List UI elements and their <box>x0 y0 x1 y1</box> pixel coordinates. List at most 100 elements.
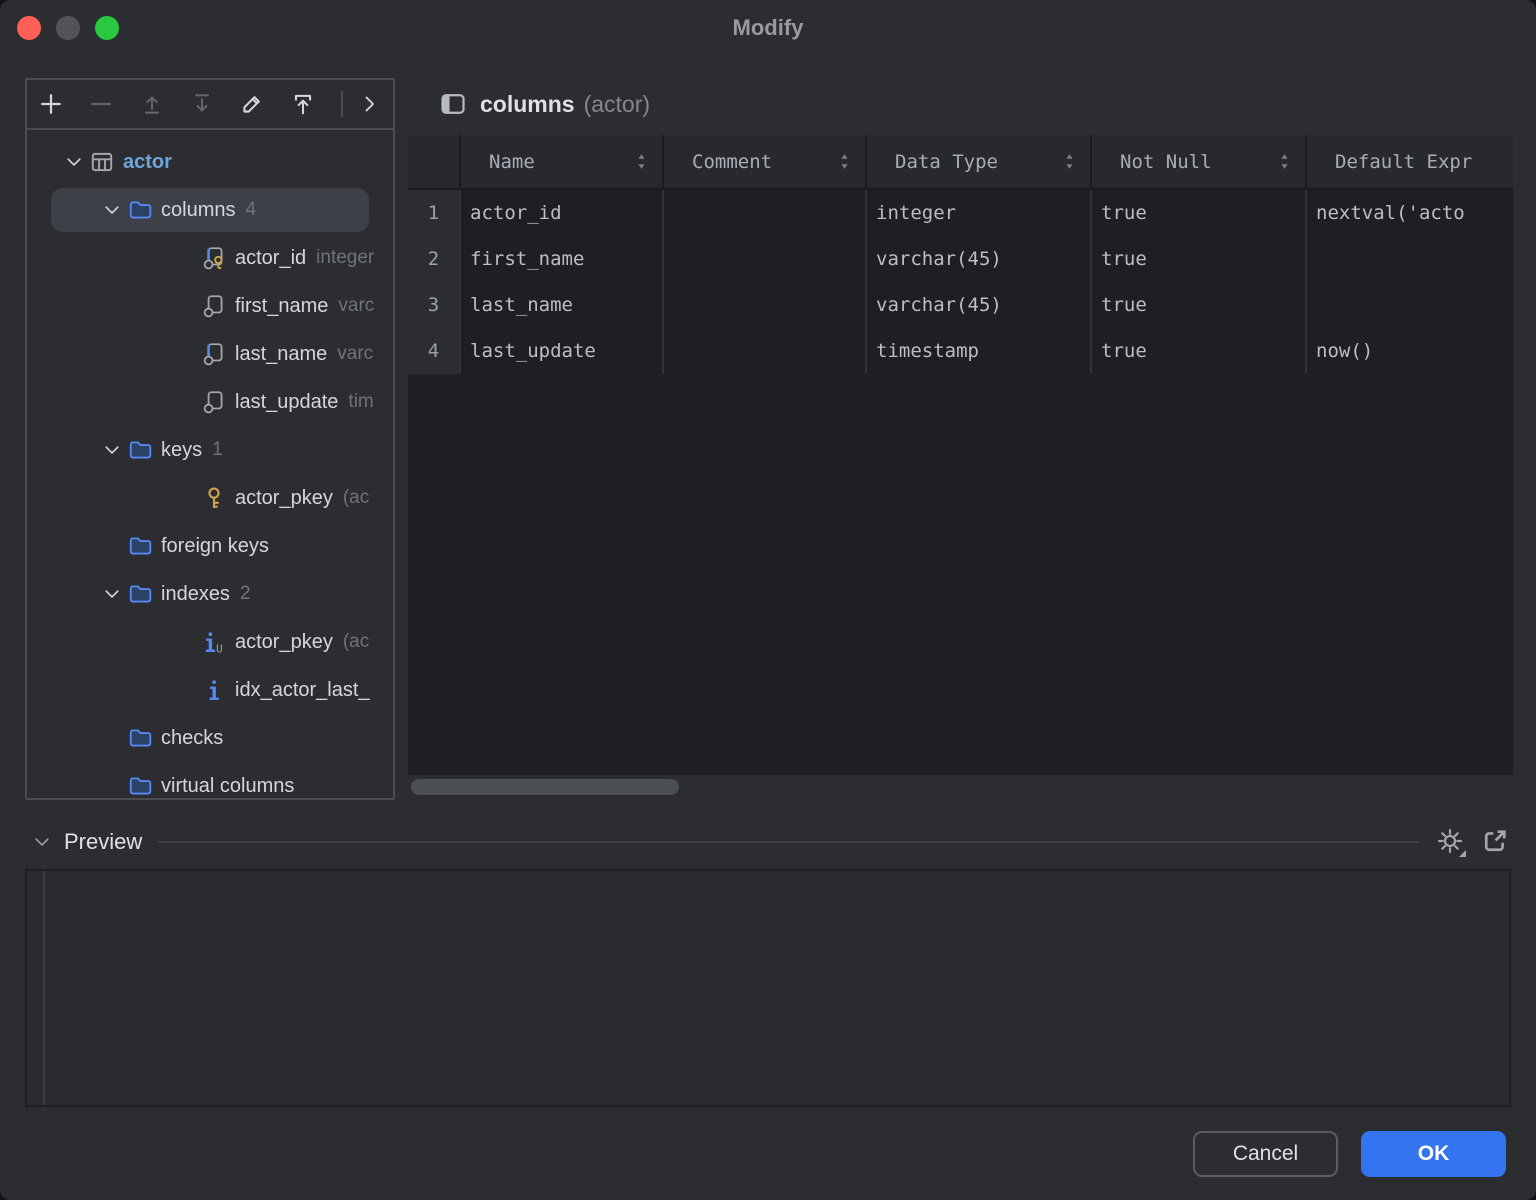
folder-icon <box>125 773 155 799</box>
tree-item-first-name[interactable]: first_namevarc <box>27 282 393 330</box>
move-down-icon <box>189 91 215 117</box>
tree-item-foreign-keys[interactable]: foreign keys <box>27 522 393 570</box>
editor-gutter-line <box>43 871 45 1105</box>
cell-default_expr[interactable]: nextval('acto <box>1305 190 1513 236</box>
tree-item-keys[interactable]: keys1 <box>27 426 393 474</box>
move-down-button[interactable] <box>188 89 216 119</box>
column-indexed-icon <box>199 341 229 367</box>
cell-data_type[interactable]: integer <box>865 190 1090 236</box>
column-header-label: Not Null <box>1120 151 1212 173</box>
tree-item-label: last_update <box>235 391 338 414</box>
sort-icon[interactable] <box>1063 151 1076 172</box>
tree-item-label: idx_actor_last_ <box>235 679 370 702</box>
tree-item-detail: integer <box>316 247 374 269</box>
object-tree-panel: actor columns 4 actor_id integer first_nameva… <box>25 78 395 800</box>
edit-button[interactable] <box>238 89 266 119</box>
column-header-label: Name <box>489 151 535 173</box>
open-in-editor-button[interactable] <box>288 89 316 119</box>
tree-item-label: actor_id <box>235 247 306 270</box>
tree-item-label: virtual columns <box>161 775 294 798</box>
preview-open-in-window-button[interactable] <box>1479 826 1511 858</box>
column-header-default_expr[interactable]: Default Expr <box>1305 135 1513 190</box>
cell-default_expr[interactable] <box>1305 282 1513 328</box>
cell-not_null[interactable]: true <box>1090 282 1305 328</box>
tree-item-actor-pkey[interactable]: Uactor_pkey(ac <box>27 618 393 666</box>
cell-comment[interactable] <box>662 190 865 236</box>
column-header-label: Comment <box>692 151 772 173</box>
window-title: Modify <box>0 0 1536 56</box>
cell-comment[interactable] <box>662 236 865 282</box>
more-button[interactable] <box>355 89 383 119</box>
column-header-comment[interactable]: Comment <box>662 135 865 190</box>
cell-name[interactable]: first_name <box>459 236 662 282</box>
move-up-button[interactable] <box>138 89 166 119</box>
column-header-data_type[interactable]: Data Type <box>865 135 1090 190</box>
chevron-down-icon[interactable] <box>99 440 125 460</box>
tree-item-label: actor_pkey <box>235 487 333 510</box>
preview-settings-button[interactable] <box>1433 825 1467 859</box>
tree-item-actor[interactable]: actor <box>27 138 393 186</box>
sort-icon[interactable] <box>635 151 648 172</box>
cell-name[interactable]: last_name <box>459 282 662 328</box>
row-number: 2 <box>408 236 459 282</box>
chevron-down-icon[interactable] <box>99 200 125 220</box>
edit-icon <box>239 91 265 117</box>
remove-button[interactable] <box>87 89 115 119</box>
cell-default_expr[interactable] <box>1305 236 1513 282</box>
chevron-down-icon[interactable] <box>61 152 87 172</box>
cell-comment[interactable] <box>662 282 865 328</box>
folder-icon <box>125 581 155 607</box>
dialog-window: Modify actorcolumns4actor_idintegerfirst… <box>0 0 1536 1200</box>
cell-not_null[interactable]: true <box>1090 328 1305 374</box>
tree-toolbar <box>27 80 393 130</box>
cell-data_type[interactable]: timestamp <box>865 328 1090 374</box>
ok-button[interactable]: OK <box>1361 1131 1506 1177</box>
tree-item-columns[interactable]: columns 4 <box>27 186 393 234</box>
tree-item-virtual-columns[interactable]: virtual columns <box>27 762 393 800</box>
folder-icon <box>125 197 155 223</box>
column-key-icon <box>199 245 229 271</box>
preview-label: Preview <box>64 829 142 855</box>
preview-header: Preview <box>30 826 1511 858</box>
cell-comment[interactable] <box>662 328 865 374</box>
tree-item-checks[interactable]: checks <box>27 714 393 762</box>
open-in-new-window-icon <box>1481 827 1509 858</box>
tree-item-actor-pkey[interactable]: actor_pkey(ac <box>27 474 393 522</box>
table-icon <box>87 149 117 175</box>
tree-item-label: actor_pkey <box>235 631 333 654</box>
chevron-down-icon[interactable] <box>99 584 125 604</box>
preview-separator <box>158 841 1419 843</box>
cell-data_type[interactable]: varchar(45) <box>865 282 1090 328</box>
cell-not_null[interactable]: true <box>1090 236 1305 282</box>
preview-collapse-chevron-icon[interactable] <box>30 832 54 852</box>
tree-item-label: columns <box>161 199 235 222</box>
cancel-button[interactable]: Cancel <box>1193 1131 1338 1177</box>
add-button[interactable] <box>37 89 65 119</box>
column-header-not_null[interactable]: Not Null <box>1090 135 1305 190</box>
tree-item-last-update[interactable]: last_updatetim <box>27 378 393 426</box>
sort-icon[interactable] <box>1278 151 1291 172</box>
tree-item-last-name[interactable]: last_namevarc <box>27 330 393 378</box>
index-unique-icon: U <box>199 629 229 655</box>
tree-item-count: 4 <box>245 199 256 221</box>
column-header-label: Data Type <box>895 151 998 173</box>
sort-icon[interactable] <box>838 151 851 172</box>
tree-item-indexes[interactable]: indexes2 <box>27 570 393 618</box>
cell-data_type[interactable]: varchar(45) <box>865 236 1090 282</box>
grid-header: columns (actor) <box>438 88 650 120</box>
horizontal-scrollbar[interactable] <box>411 779 679 795</box>
columns-icon <box>438 90 468 118</box>
preview-editor[interactable] <box>25 869 1511 1107</box>
cell-name[interactable]: last_update <box>459 328 662 374</box>
tree-item-idx-actor-last-[interactable]: idx_actor_last_ <box>27 666 393 714</box>
tree-item-actor-id[interactable]: actor_id integer <box>27 234 393 282</box>
column-header-name[interactable]: Name <box>459 135 662 190</box>
modify-dialog: Modify actorcolumns4actor_idintegerfirst… <box>0 0 1536 1200</box>
tree-item-detail: varc <box>338 295 374 317</box>
cell-default_expr[interactable]: now() <box>1305 328 1513 374</box>
gear-dropdown-triangle <box>1459 850 1466 857</box>
cell-not_null[interactable]: true <box>1090 190 1305 236</box>
tree-item-count: 1 <box>212 439 223 461</box>
cell-name[interactable]: actor_id <box>459 190 662 236</box>
grid-title: columns <box>480 91 575 118</box>
